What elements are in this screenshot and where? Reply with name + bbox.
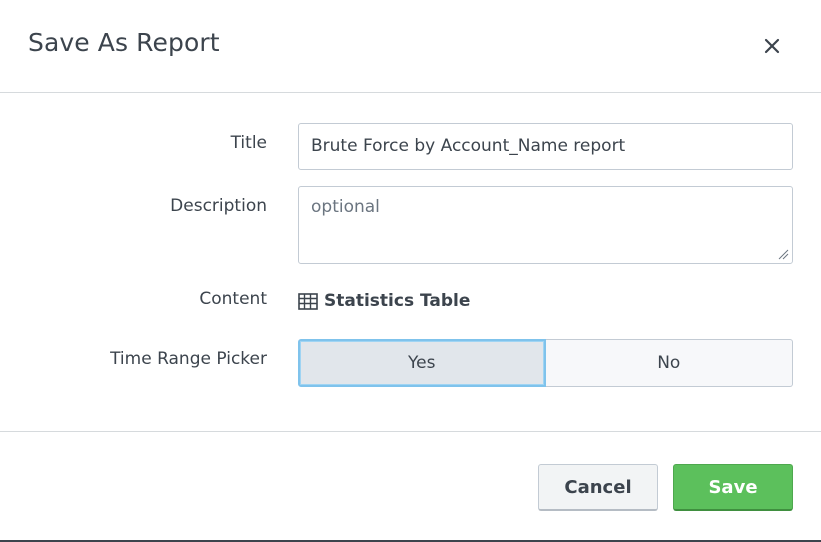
save-button[interactable]: Save <box>673 464 793 511</box>
dialog-title: Save As Report <box>28 28 220 57</box>
close-button[interactable] <box>758 32 786 60</box>
resize-grip-icon[interactable] <box>777 248 789 260</box>
time-range-yes-button[interactable]: Yes <box>298 339 546 387</box>
content-type-label: Statistics Table <box>324 291 471 311</box>
time-range-picker-toggle: Yes No <box>298 339 793 387</box>
title-field[interactable]: Brute Force by Account_Name report <box>298 123 793 170</box>
dialog-header: Save As Report <box>0 0 821 93</box>
content-value: Statistics Table <box>298 290 470 312</box>
table-icon <box>298 292 318 310</box>
title-label: Title <box>230 133 267 153</box>
description-label: Description <box>170 196 267 216</box>
time-range-picker-label: Time Range Picker <box>110 349 267 369</box>
description-field[interactable] <box>298 186 793 264</box>
time-range-no-button[interactable]: No <box>545 339 793 387</box>
dialog-footer: Cancel Save <box>0 431 821 542</box>
cancel-button[interactable]: Cancel <box>538 464 658 511</box>
close-icon <box>764 38 780 54</box>
save-as-report-dialog: Save As Report Title Brute Force by Acco… <box>0 0 821 542</box>
content-label: Content <box>199 289 267 309</box>
